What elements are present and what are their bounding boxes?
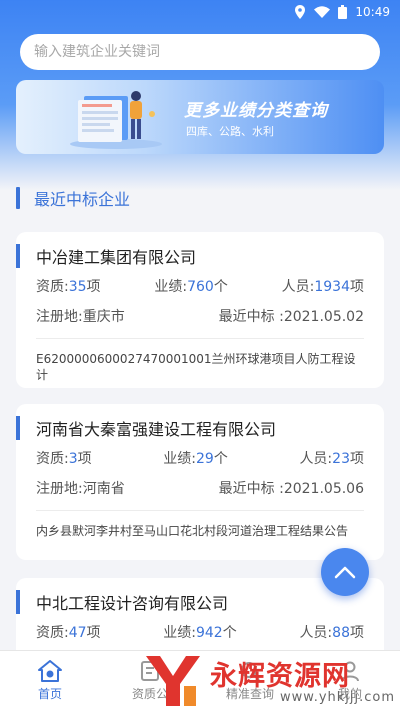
document-person-illustration	[70, 91, 162, 149]
registered-region: 注册地:重庆市	[36, 309, 125, 325]
tab-label: 资质公	[131, 686, 168, 701]
company-registration-row: 注册地:河南省 最近中标 :2021.05.06	[16, 478, 384, 498]
chevron-up-icon	[334, 566, 356, 579]
staff-stat: 人员:1934项	[281, 279, 364, 295]
profile-icon	[341, 661, 359, 681]
company-registration-row: 注册地:重庆市 最近中标 :2021.05.02	[16, 306, 384, 326]
section-title: 最近中标企业	[34, 190, 131, 209]
query-icon	[241, 661, 260, 681]
performance-query-banner[interactable]: 更多业绩分类查询 四库、公路、水利	[16, 80, 384, 154]
latest-project: 内乡县默河李井村至马山口花北村段河道治理工程结果公告	[36, 524, 349, 538]
card-accent-bar	[16, 416, 20, 440]
banner-subtitle: 四库、公路、水利	[186, 125, 274, 138]
section-accent-bar	[16, 187, 20, 209]
company-stats: 资质:47项 业绩:942个 人员:88项	[16, 622, 384, 642]
performance-stat: 业绩:29个	[163, 451, 228, 467]
tab-qualification[interactable]: 资质公	[100, 651, 200, 710]
tab-profile[interactable]: 我的	[300, 651, 400, 710]
latest-win-date: 最近中标 :2021.05.02	[218, 309, 364, 325]
company-name: 中北工程设计咨询有限公司	[36, 594, 229, 613]
company-card[interactable]: 中冶建工集团有限公司 资质:35项 业绩:760个 人员:1934项 注册地:重…	[16, 232, 384, 388]
company-name-row: 中冶建工集团有限公司	[16, 242, 384, 270]
tab-home[interactable]: 首页	[0, 651, 100, 710]
tab-label: 精准查询	[225, 686, 274, 701]
wifi-icon	[314, 6, 331, 18]
tab-label: 首页	[37, 686, 62, 701]
company-stats: 资质:3项 业绩:29个 人员:23项	[16, 448, 384, 468]
qualification-stat: 资质:35项	[36, 279, 101, 295]
section-recent-winners: 最近中标企业	[16, 186, 130, 210]
performance-stat: 业绩:760个	[154, 279, 228, 295]
search-bar[interactable]	[20, 34, 380, 70]
tab-label: 我的	[337, 686, 362, 701]
status-time: 10:49	[355, 5, 390, 19]
performance-stat: 业绩:942个	[163, 625, 237, 641]
company-card[interactable]: 河南省大秦富强建设工程有限公司 资质:3项 业绩:29个 人员:23项 注册地:…	[16, 404, 384, 560]
tab-precise-query[interactable]: 精准查询	[200, 651, 300, 710]
card-accent-bar	[16, 590, 20, 614]
card-accent-bar	[16, 244, 20, 268]
latest-project: E6200000600027470001001兰州环球港项目人防工程设计	[36, 352, 356, 382]
card-divider	[36, 338, 364, 339]
company-name-row: 河南省大秦富强建设工程有限公司	[16, 414, 384, 442]
registered-region: 注册地:河南省	[36, 481, 125, 497]
location-icon	[294, 5, 306, 19]
bottom-tab-bar: 首页 资质公 精准查询 我的	[0, 650, 400, 710]
company-name: 中冶建工集团有限公司	[36, 248, 197, 267]
status-bar: 10:49	[0, 0, 400, 24]
qualification-stat: 资质:3项	[36, 451, 92, 467]
qualification-icon	[141, 660, 159, 681]
staff-stat: 人员:88项	[299, 625, 364, 641]
scroll-to-top-button[interactable]	[321, 548, 369, 596]
card-divider	[36, 510, 364, 511]
company-stats: 资质:35项 业绩:760个 人员:1934项	[16, 276, 384, 296]
banner-title: 更多业绩分类查询	[184, 101, 328, 121]
staff-stat: 人员:23项	[299, 451, 364, 467]
battery-icon	[338, 5, 348, 19]
company-name-row: 中北工程设计咨询有限公司	[16, 588, 384, 616]
company-name: 河南省大秦富强建设工程有限公司	[36, 420, 277, 439]
qualification-stat: 资质:47项	[36, 625, 101, 641]
home-icon	[38, 659, 62, 682]
search-input[interactable]	[34, 44, 380, 60]
latest-win-date: 最近中标 :2021.05.06	[218, 481, 364, 497]
